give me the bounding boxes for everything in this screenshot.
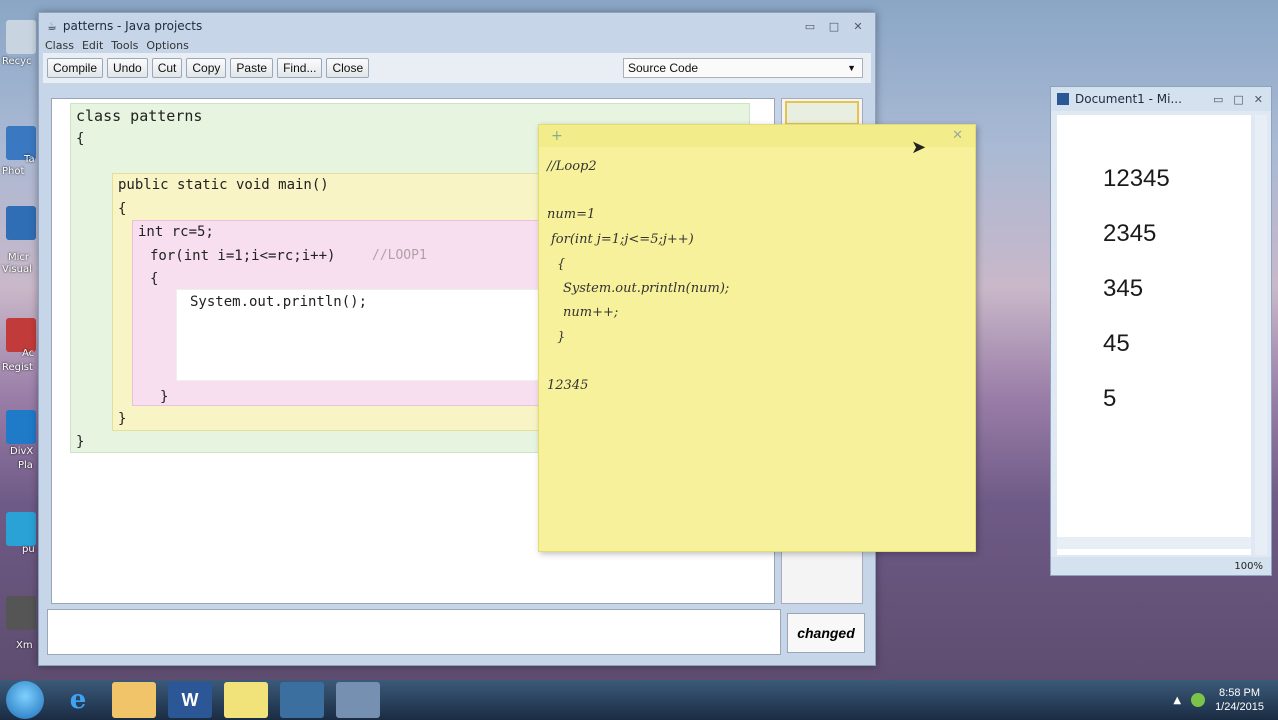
word-titlebar: Document1 - Mi... ▭ □ ✕ [1051, 87, 1271, 111]
note-line: 12345 [547, 378, 589, 393]
desktop-label: pu [22, 544, 35, 555]
minimize-button[interactable]: ▭ [1213, 93, 1223, 106]
close-editor-button[interactable]: Close [326, 58, 370, 78]
close-note-icon[interactable]: ✕ [952, 128, 963, 143]
chevron-down-icon: ▼ [847, 63, 856, 73]
code-line: int rc=5; [138, 224, 214, 240]
code-line: for(int i=1;i<=rc;i++) [150, 248, 336, 264]
desktop-label: Visual [2, 264, 32, 275]
app-icon[interactable] [6, 410, 36, 444]
doc-line: 12345 [1103, 165, 1170, 192]
horizontal-scrollbar[interactable] [1057, 537, 1251, 549]
sticky-note[interactable]: + ✕ ➤ //Loop2 num=1 for(int j=1;j<=5;j++… [538, 124, 976, 552]
file-explorer-icon[interactable] [112, 682, 156, 718]
code-line: public static void main() [118, 177, 329, 193]
note-line: num=1 [547, 207, 596, 222]
desktop-label: DivX [10, 446, 34, 457]
zoom-level: 100% [1234, 560, 1263, 572]
code-comment: //LOOP1 [372, 248, 427, 263]
code-line: class patterns [76, 107, 203, 125]
bluej-icon[interactable] [280, 682, 324, 718]
desktop-label: Ac [22, 348, 35, 359]
close-button[interactable]: ✕ [847, 18, 869, 34]
java-icon: ☕ [47, 19, 57, 33]
window-title: patterns - Java projects [62, 19, 203, 33]
add-note-icon[interactable]: + [551, 128, 563, 144]
desktop-label: Micr [8, 252, 30, 263]
view-select-value: Source Code [628, 61, 699, 75]
maximize-button[interactable]: □ [1233, 93, 1243, 106]
app-icon[interactable] [6, 318, 36, 352]
word-title: Document1 - Mi... [1075, 92, 1182, 106]
note-line: //Loop2 [547, 159, 597, 174]
sticky-header [539, 125, 975, 147]
clock[interactable]: 8:58 PM 1/24/2015 [1215, 686, 1264, 714]
desktop-icons: Recyc Ta Phot Micr Visual Ac Regist DivX… [0, 0, 40, 680]
note-line: { [557, 257, 566, 272]
overview-thumb [785, 101, 859, 125]
note-line: for(int j=1;j<=5;j++) [551, 232, 694, 247]
start-button[interactable] [6, 681, 44, 719]
recycle-bin-icon[interactable] [6, 20, 36, 54]
minimize-button[interactable]: ▭ [799, 18, 821, 34]
compile-button[interactable]: Compile [47, 58, 104, 78]
word-statusbar: 100% [1051, 557, 1271, 575]
maximize-button[interactable]: □ [823, 18, 845, 34]
desktop-label: Regist [2, 362, 33, 373]
note-line: System.out.println(num); [563, 281, 730, 296]
app-icon[interactable] [6, 206, 36, 240]
copy-button[interactable]: Copy [186, 58, 227, 78]
cut-button[interactable]: Cut [151, 58, 183, 78]
view-select[interactable]: Source Code ▼ [623, 58, 863, 78]
app-icon[interactable] [6, 512, 36, 546]
undo-button[interactable]: Undo [107, 58, 148, 78]
code-line: } [76, 434, 85, 450]
close-button[interactable]: ✕ [1254, 93, 1263, 106]
paste-button[interactable]: Paste [230, 58, 274, 78]
word-icon[interactable]: W [168, 682, 212, 718]
app-window-icon[interactable] [336, 682, 380, 718]
desktop-label: Ta [24, 154, 35, 165]
code-line: } [118, 411, 127, 427]
app-icon[interactable] [6, 596, 36, 630]
doc-line: 2345 [1103, 220, 1157, 247]
sticky-notes-icon[interactable] [224, 682, 268, 718]
desktop-label: Pla [18, 460, 33, 471]
doc-line: 5 [1103, 385, 1117, 412]
word-window: Document1 - Mi... ▭ □ ✕ 12345 2345 345 4… [1050, 86, 1272, 576]
network-icon[interactable] [1191, 693, 1206, 707]
taskbar: e W ▲ 8:58 PM 1/24/2015 [0, 680, 1278, 720]
code-line: { [150, 271, 159, 287]
tray: ▲ 8:58 PM 1/24/2015 [1173, 686, 1264, 714]
desktop-label: Phot [2, 166, 25, 177]
note-line: } [557, 330, 566, 345]
date: 1/24/2015 [1215, 701, 1264, 713]
mouse-cursor-icon: ➤ [911, 137, 927, 158]
doc-line: 345 [1103, 275, 1144, 302]
code-line: System.out.println(); [190, 294, 368, 310]
code-line: { [118, 201, 127, 217]
toolbar: Compile Undo Cut Copy Paste Find... Clos… [43, 53, 871, 83]
note-line: num++; [563, 305, 619, 320]
document-page[interactable]: 12345 2345 345 45 5 [1057, 115, 1251, 555]
message-area [47, 609, 781, 655]
code-line: } [160, 389, 169, 405]
desktop-label: Xm [16, 640, 33, 651]
status-badge: changed [787, 613, 865, 653]
find-button[interactable]: Find... [277, 58, 323, 78]
word-icon [1057, 93, 1069, 105]
code-line: { [76, 131, 85, 147]
internet-explorer-icon[interactable]: e [56, 682, 100, 718]
tray-expand-icon[interactable]: ▲ [1173, 695, 1181, 706]
doc-line: 45 [1103, 330, 1130, 357]
desktop-label: Recyc [2, 56, 32, 67]
time: 8:58 PM [1219, 687, 1261, 699]
vertical-scrollbar[interactable] [1255, 115, 1267, 555]
titlebar: ☕ patterns - Java projects ▭ □ ✕ [39, 13, 875, 39]
